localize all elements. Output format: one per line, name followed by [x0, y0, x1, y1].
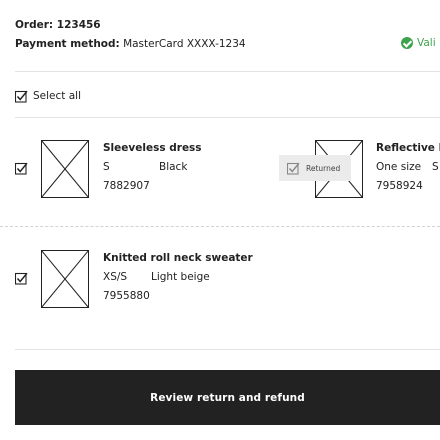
validation-text: Vali	[417, 37, 436, 49]
item-name: Reflective b	[376, 142, 440, 154]
payment-method-label: Payment method:	[15, 38, 120, 50]
order-number: Order: 123456	[15, 19, 101, 31]
item-color: S	[432, 161, 439, 173]
payment-method-value: MasterCard XXXX-1234	[123, 38, 246, 50]
item-color: Black	[159, 161, 188, 173]
item-article-number: 7882907	[103, 180, 150, 192]
checkbox-checked-icon	[287, 162, 300, 175]
checkbox-checked-icon	[15, 90, 28, 103]
select-all-label: Select all	[33, 90, 81, 102]
review-return-refund-button[interactable]: Review return and refund	[15, 370, 440, 425]
item-article-number: 7955880	[103, 290, 150, 302]
item-article-number: 7958924	[376, 180, 423, 192]
item-size: One size	[376, 161, 422, 173]
validation-status: Vali	[401, 37, 436, 49]
item-color: Light beige	[151, 271, 210, 283]
divider	[15, 117, 440, 118]
item-size: S	[103, 161, 110, 173]
item-size: XS/S	[103, 271, 128, 283]
product-placeholder-icon	[41, 140, 89, 198]
select-all-checkbox[interactable]: Select all	[15, 88, 81, 104]
returned-label: Returned	[306, 163, 341, 173]
item-divider	[0, 226, 440, 227]
check-circle-icon	[401, 37, 413, 49]
returned-badge: Returned	[279, 155, 351, 181]
item-name: Sleeveless dress	[103, 142, 202, 154]
review-return-refund-label: Review return and refund	[150, 391, 305, 404]
payment-method: Payment method: MasterCard XXXX-1234	[15, 37, 246, 51]
product-placeholder-icon	[41, 250, 89, 308]
item-checkbox[interactable]	[15, 272, 28, 285]
divider	[15, 71, 440, 72]
item-checkbox[interactable]	[15, 162, 28, 175]
item-name: Knitted roll neck sweater	[103, 252, 253, 264]
divider	[15, 349, 440, 350]
